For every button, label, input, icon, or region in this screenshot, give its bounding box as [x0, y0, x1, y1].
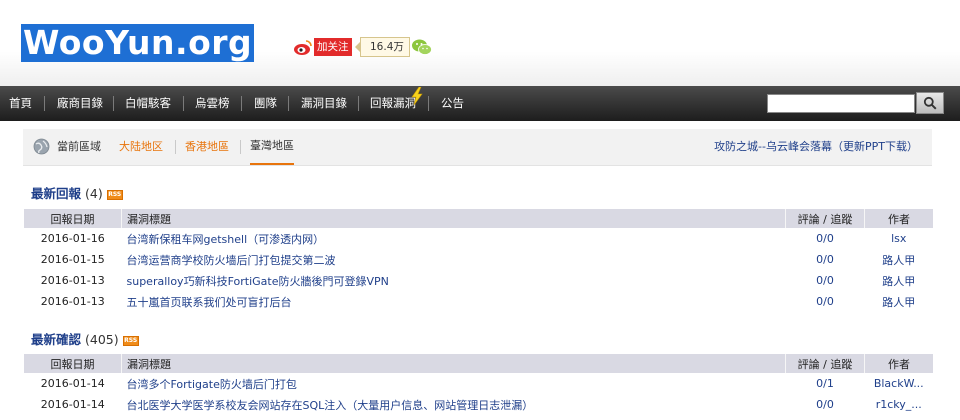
- report-title-link[interactable]: superalloy巧新科技FortiGate防火牆後門可登錄VPN: [127, 275, 389, 288]
- summit-notice-link[interactable]: 攻防之城--乌云峰会落幕（更新PPT下载）: [714, 129, 918, 165]
- report-author-link[interactable]: 路人甲: [882, 296, 915, 309]
- lightning-icon: [411, 87, 423, 105]
- weibo-icon: [294, 39, 312, 55]
- nav-divider: [113, 96, 114, 111]
- recent-reports-table: 回報日期 漏洞標題 評論 / 追蹤 作者 2016-01-16 台湾新保租车网g…: [24, 209, 933, 312]
- nav-item-teams[interactable]: 團隊: [254, 86, 277, 121]
- column-header-stats: 評論 / 追蹤: [785, 354, 865, 373]
- report-author-link[interactable]: r1cky_...: [876, 398, 922, 411]
- report-stats: 0/0: [816, 398, 834, 411]
- nav-divider: [358, 96, 359, 111]
- report-stats: 0/0: [816, 253, 834, 266]
- table-header-row: 回報日期 漏洞標題 評論 / 追蹤 作者: [24, 354, 933, 373]
- column-header-date: 回報日期: [24, 354, 122, 373]
- column-header-stats: 評論 / 追蹤: [785, 209, 865, 228]
- nav-divider: [183, 96, 184, 111]
- report-stats: 0/0: [816, 274, 834, 287]
- recent-reports-count: (4): [85, 186, 103, 201]
- nav-item-whitehats[interactable]: 白帽駭客: [125, 86, 171, 121]
- table-header-row: 回報日期 漏洞標題 評論 / 追蹤 作者: [24, 209, 933, 228]
- report-date: 2016-01-14: [40, 377, 105, 390]
- region-bar: 當前區域 大陆地区 香港地區 臺灣地區 攻防之城--乌云峰会落幕（更新PPT下载…: [23, 129, 932, 166]
- site-header: WooYun.org 加关注 16.4万: [0, 0, 960, 86]
- report-title-link[interactable]: 台湾新保租车网getshell（可渗透内网）: [127, 233, 325, 246]
- region-tab-mainland[interactable]: 大陆地区: [119, 129, 163, 165]
- report-title-link[interactable]: 台湾多个Fortigate防火墙后门打包: [127, 378, 297, 391]
- report-title-link[interactable]: 五十嵐首页联系我们处可盲打后台: [127, 296, 292, 309]
- recent-reports-title[interactable]: 最新回報: [31, 186, 81, 201]
- recent-confirmed-title[interactable]: 最新確認: [31, 332, 81, 347]
- table-row: 2016-01-14 台北医学大学医学系校友会网站存在SQL注入（大量用户信息、…: [24, 394, 933, 415]
- follower-count: 16.4万: [355, 37, 410, 57]
- nav-item-home[interactable]: 首頁: [9, 86, 32, 121]
- nav-item-ranking[interactable]: 烏雲榜: [195, 86, 230, 121]
- region-label: 當前區域: [57, 140, 101, 153]
- weibo-follow-button[interactable]: 加关注: [293, 37, 352, 57]
- recent-confirmed-heading: 最新確認 (405) RSS: [31, 329, 139, 348]
- report-title-link[interactable]: 台北医学大学医学系校友会网站存在SQL注入（大量用户信息、网站管理日志泄漏）: [127, 399, 534, 412]
- report-title-link[interactable]: 台湾运营商学校防火墙后门打包提交第二波: [127, 254, 336, 267]
- report-date: 2016-01-15: [40, 253, 105, 266]
- recent-reports-heading: 最新回報 (4) RSS: [31, 183, 123, 202]
- report-stats: 0/1: [816, 377, 834, 390]
- region-divider: [240, 140, 241, 154]
- recent-confirmed-table: 回報日期 漏洞標題 評論 / 追蹤 作者 2016-01-14 台湾多个Fort…: [24, 354, 933, 415]
- site-logo[interactable]: WooYun.org: [21, 24, 255, 62]
- search-icon: [923, 96, 937, 110]
- report-author-link[interactable]: lsx: [891, 232, 906, 245]
- nav-divider: [288, 96, 289, 111]
- nav-divider: [428, 96, 429, 111]
- region-tab-taiwan[interactable]: 臺灣地區: [250, 129, 294, 165]
- search-button[interactable]: [916, 92, 944, 114]
- search-input[interactable]: [767, 94, 915, 113]
- nav-item-vendors[interactable]: 廠商目錄: [57, 86, 103, 121]
- globe-icon: [33, 138, 50, 155]
- column-header-date: 回報日期: [24, 209, 122, 228]
- report-author-link[interactable]: 路人甲: [882, 275, 915, 288]
- weibo-follow-label: 加关注: [314, 38, 352, 56]
- column-header-author: 作者: [864, 209, 933, 228]
- table-row: 2016-01-14 台湾多个Fortigate防火墙后门打包 0/1 Blac…: [24, 373, 933, 394]
- table-row: 2016-01-13 superalloy巧新科技FortiGate防火牆後門可…: [24, 270, 933, 291]
- report-date: 2016-01-13: [40, 295, 105, 308]
- region-divider: [175, 140, 176, 154]
- recent-confirmed-count: (405): [85, 332, 119, 347]
- table-row: 2016-01-13 五十嵐首页联系我们处可盲打后台 0/0 路人甲: [24, 291, 933, 312]
- report-date: 2016-01-16: [40, 232, 105, 245]
- report-stats: 0/0: [816, 232, 834, 245]
- table-row: 2016-01-16 台湾新保租车网getshell（可渗透内网） 0/0 ls…: [24, 228, 933, 249]
- nav-item-announcements[interactable]: 公告: [441, 86, 464, 121]
- nav-divider: [44, 96, 45, 111]
- report-author-link[interactable]: BlackW...: [874, 377, 924, 390]
- report-author-link[interactable]: 路人甲: [882, 254, 915, 267]
- column-header-author: 作者: [864, 354, 933, 373]
- report-stats: 0/0: [816, 295, 834, 308]
- wechat-icon[interactable]: [411, 38, 433, 56]
- table-row: 2016-01-15 台湾运营商学校防火墙后门打包提交第二波 0/0 路人甲: [24, 249, 933, 270]
- rss-icon[interactable]: RSS: [106, 189, 123, 200]
- report-date: 2016-01-13: [40, 274, 105, 287]
- region-tab-hongkong[interactable]: 香港地區: [185, 129, 229, 165]
- rss-icon[interactable]: RSS: [122, 335, 139, 346]
- column-header-title: 漏洞標題: [121, 209, 786, 228]
- nav-item-vuln-dir[interactable]: 漏洞目錄: [301, 86, 347, 121]
- nav-divider: [241, 96, 242, 111]
- column-header-title: 漏洞標題: [121, 354, 786, 373]
- report-date: 2016-01-14: [40, 398, 105, 411]
